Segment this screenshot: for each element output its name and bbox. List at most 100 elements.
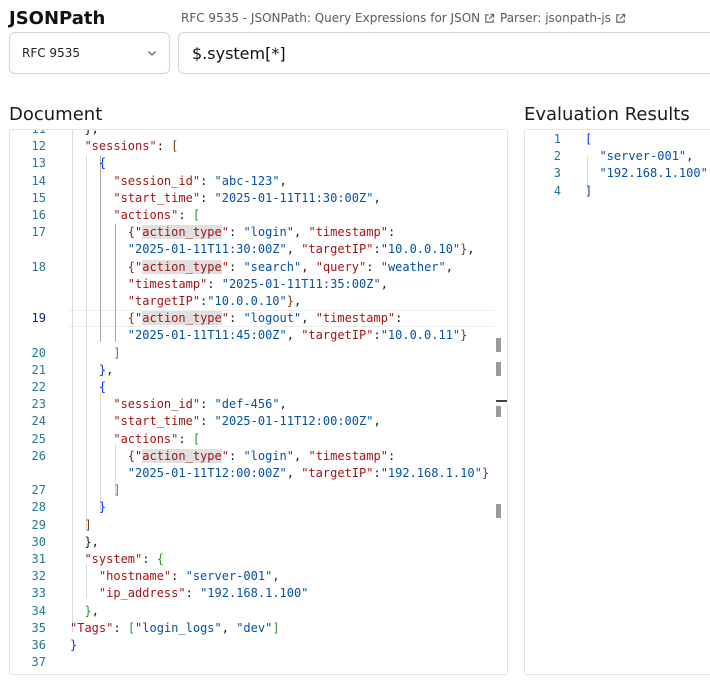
code-token: "hostname" <box>98 569 172 584</box>
line-text: }, <box>70 603 99 618</box>
line-number: 22 <box>31 380 46 394</box>
code-token: { <box>98 380 107 394</box>
code-token: "2025-01-11T12:00:00Z" <box>127 466 287 480</box>
document-title: Document <box>9 104 103 125</box>
line-number: 21 <box>31 362 46 377</box>
code-token: [ <box>192 208 201 222</box>
code-token: "dev" <box>236 620 273 635</box>
code-line: 16 "actions": [ <box>10 208 507 225</box>
code-line: 32 "hostname": "server-001", <box>10 569 507 586</box>
line-number: 24 <box>31 414 46 429</box>
app-title: JSONPath <box>9 8 106 29</box>
results-editor[interactable]: 1[2 "server-001", 3 "192.168.1.100" 4] <box>524 129 710 675</box>
code-token: "actions" <box>113 208 179 222</box>
code-token: " <box>221 225 229 240</box>
line-text: } <box>70 500 106 514</box>
code-token: : <box>228 259 244 274</box>
code-token: , <box>286 328 302 343</box>
code-token: : <box>178 208 193 222</box>
code-line: 30 }, <box>10 535 507 552</box>
code-token: , <box>373 190 381 205</box>
line-text: "actions": [ <box>70 208 200 222</box>
code-token: , <box>286 466 302 480</box>
code-token: : <box>142 552 157 566</box>
code-token: "10.0.0.10" <box>380 242 461 257</box>
code-token: , <box>380 276 388 291</box>
code-line: "2025-01-11T11:30:00Z", "targetIP":"10.0… <box>10 242 507 259</box>
code-line: 35 "Tags": ["login_logs", "dev"] <box>10 621 507 638</box>
code-token: : <box>200 414 215 429</box>
code-line: 2 "server-001", <box>525 149 710 166</box>
line-number: 12 <box>31 139 46 154</box>
spec-link-label: RFC 9535 - JSONPath: Query Expressions f… <box>181 11 481 25</box>
code-token: "server-001" <box>185 569 273 584</box>
code-token: "system" <box>84 552 143 566</box>
code-token: "start_time" <box>113 414 201 429</box>
line-text: {"action_type": "login", "timestamp": <box>70 225 395 240</box>
document-editor[interactable]: 11 }, 12 "sessions": [13 {14 "session_id"… <box>9 129 508 675</box>
code-token: "session_id" <box>113 173 201 188</box>
code-line: 31 "system": { <box>10 552 507 569</box>
code-token: : <box>185 586 201 601</box>
code-token: [ <box>585 132 593 146</box>
code-token: { <box>156 552 164 566</box>
code-token: : <box>228 311 244 326</box>
code-token: " <box>221 311 229 326</box>
line-text: "192.168.1.100" <box>585 166 707 180</box>
spec-version-select[interactable]: RFC 9535 <box>9 32 170 74</box>
code-token: { <box>127 311 136 326</box>
code-token: , <box>91 603 99 618</box>
code-token: } <box>70 638 78 652</box>
parser-link[interactable]: Parser: jsonpath-js <box>500 11 626 25</box>
code-token: : <box>200 173 215 188</box>
code-line: 21 }, <box>10 363 507 380</box>
line-number: 15 <box>31 190 46 205</box>
code-token: , <box>294 225 309 240</box>
line-text: ] <box>70 483 120 497</box>
line-number: 14 <box>31 173 46 188</box>
code-token: ] <box>585 183 593 198</box>
code-token: "192.168.1.100" <box>200 586 309 601</box>
line-number: 11 <box>31 129 46 136</box>
line-text: [ <box>585 132 592 146</box>
code-line: 4] <box>525 184 710 201</box>
spec-link[interactable]: RFC 9535 - JSONPath: Query Expressions f… <box>181 11 495 25</box>
code-token: "10.0.0.11" <box>380 328 461 343</box>
code-token: : <box>178 431 193 446</box>
code-token: : <box>113 620 128 635</box>
code-line: 24 "start_time": "2025-01-11T12:00:00Z", <box>10 414 507 431</box>
code-token: , <box>279 397 287 412</box>
code-token: "logout" <box>243 311 302 326</box>
line-number: 27 <box>31 483 46 498</box>
code-token: : <box>228 225 244 240</box>
line-number: 16 <box>31 208 46 222</box>
code-line: "timestamp": "2025-01-11T11:35:00Z", <box>10 277 507 294</box>
line-text: {"action_type": "logout", "timestamp": <box>70 311 402 326</box>
line-text: { <box>70 156 106 170</box>
code-token: ] <box>272 620 280 635</box>
line-number: 34 <box>31 603 46 618</box>
external-link-icon <box>485 13 495 23</box>
code-token: "def-456" <box>214 397 280 412</box>
jsonpath-query-input[interactable] <box>178 32 710 74</box>
code-token: "2025-01-11T11:30:00Z" <box>214 190 374 205</box>
line-number: 20 <box>31 345 46 360</box>
code-token: "timestamp" <box>308 448 388 463</box>
code-token: ] <box>84 517 92 532</box>
code-token: "ip_address" <box>98 586 186 601</box>
line-number: 1 <box>553 132 561 146</box>
code-token: ] <box>113 345 121 360</box>
code-line: 11 }, <box>10 129 507 139</box>
code-token: "server-001" <box>599 149 687 164</box>
